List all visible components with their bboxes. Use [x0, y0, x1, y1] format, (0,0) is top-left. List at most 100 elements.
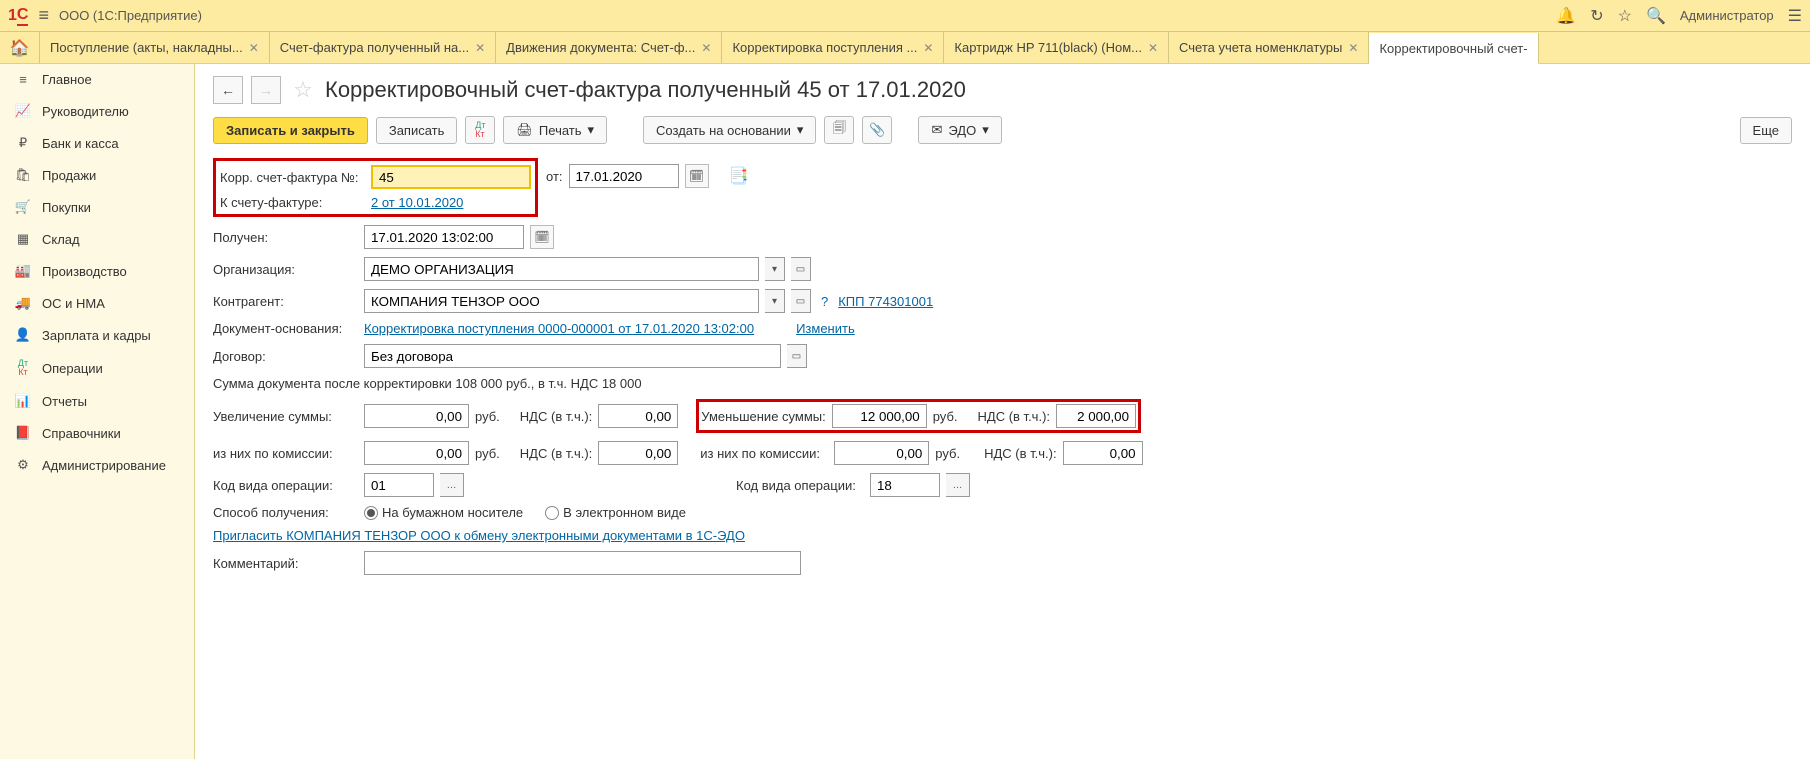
save-close-button[interactable]: Записать и закрыть — [213, 117, 368, 144]
sidebar-item-bank[interactable]: ₽Банк и касса — [0, 127, 194, 159]
radio-icon — [545, 506, 559, 520]
pick-icon[interactable]: … — [440, 473, 464, 497]
kom2-input[interactable] — [834, 441, 929, 465]
dropdown-icon[interactable]: ▾ — [765, 289, 785, 313]
sidebar-item-sales[interactable]: 🛍Продажи — [0, 159, 194, 191]
radio-icon — [364, 506, 378, 520]
sidebar-item-reference[interactable]: 📕Справочники — [0, 417, 194, 449]
nav-back-button[interactable]: ← — [213, 76, 243, 104]
book-icon: 📕 — [14, 425, 32, 441]
more-button[interactable]: Еще — [1740, 117, 1792, 144]
nds-label: НДС (в т.ч.): — [978, 409, 1051, 424]
close-icon[interactable]: ✕ — [475, 41, 485, 55]
received-input[interactable] — [364, 225, 524, 249]
kpp-link[interactable]: КПП 774301001 — [838, 294, 933, 309]
sidebar-item-production[interactable]: 🏭Производство — [0, 255, 194, 287]
sidebar-item-assets[interactable]: 🚚ОС и НМА — [0, 287, 194, 319]
dtkt-button[interactable]: ДтКт — [465, 116, 495, 144]
kom2-nds-input[interactable] — [1063, 441, 1143, 465]
date-input[interactable] — [569, 164, 679, 188]
tab-home[interactable]: 🏠 — [0, 32, 40, 63]
sidebar-item-operations[interactable]: ДтКтОперации — [0, 351, 194, 385]
factory-icon: 🏭 — [14, 263, 32, 279]
kom1-nds-input[interactable] — [598, 441, 678, 465]
kontragent-input[interactable] — [364, 289, 759, 313]
sidebar: ≡Главное 📈Руководителю ₽Банк и касса 🛍Пр… — [0, 64, 195, 759]
edo-button[interactable]: ✉ЭДО▾ — [918, 116, 1001, 144]
chevron-down-icon: ▾ — [588, 122, 595, 138]
star-icon[interactable]: ☆ — [1618, 6, 1632, 26]
nav-forward-button[interactable]: → — [251, 76, 281, 104]
change-link[interactable]: Изменить — [796, 321, 855, 336]
sidebar-item-main[interactable]: ≡Главное — [0, 64, 194, 95]
radio-electronic[interactable]: В электронном виде — [545, 505, 686, 520]
open-icon[interactable]: ▭ — [787, 344, 807, 368]
history-icon[interactable]: ↻ — [1590, 6, 1603, 26]
label-kod1: Код вида операции: — [213, 478, 358, 493]
sidebar-item-manager[interactable]: 📈Руководителю — [0, 95, 194, 127]
close-icon[interactable]: ✕ — [1348, 41, 1358, 55]
help-icon[interactable]: ? — [817, 294, 832, 309]
bell-icon[interactable]: 🔔 — [1556, 6, 1576, 26]
titlebar: 1С ≡ ООО (1С:Предприятие) 🔔 ↻ ☆ 🔍 Админи… — [0, 0, 1810, 32]
pick-icon[interactable]: … — [946, 473, 970, 497]
invite-link[interactable]: Пригласить КОМПАНИЯ ТЕНЗОР ООО к обмену … — [213, 528, 745, 543]
kod1-input[interactable] — [364, 473, 434, 497]
tab-0[interactable]: Поступление (акты, накладны...✕ — [40, 32, 270, 63]
korr-number-input[interactable] — [371, 165, 531, 189]
dropdown-icon[interactable]: ▾ — [765, 257, 785, 281]
tab-2[interactable]: Движения документа: Счет-ф...✕ — [496, 32, 722, 63]
sidebar-item-purchases[interactable]: 🛒Покупки — [0, 191, 194, 223]
tab-3[interactable]: Корректировка поступления ...✕ — [722, 32, 944, 63]
dok-osn-link[interactable]: Корректировка поступления 0000-000001 от… — [364, 321, 754, 336]
sidebar-item-warehouse[interactable]: ▦Склад — [0, 223, 194, 255]
uvel-nds-input[interactable] — [598, 404, 678, 428]
structure-button[interactable]: 🗐 — [824, 116, 854, 144]
printer-icon: 🖨 — [516, 122, 533, 138]
menu-icon[interactable]: ≡ — [38, 5, 49, 26]
tab-4[interactable]: Картридж HP 711(black) (Ном...✕ — [944, 32, 1169, 63]
tab-5[interactable]: Счета учета номенклатуры✕ — [1169, 32, 1369, 63]
close-icon[interactable]: ✕ — [249, 41, 259, 55]
sidebar-item-salary[interactable]: 👤Зарплата и кадры — [0, 319, 194, 351]
print-button[interactable]: 🖨Печать▾ — [503, 116, 607, 144]
create-on-basis-button[interactable]: Создать на основании▾ — [643, 116, 816, 144]
nds-label: НДС (в т.ч.): — [520, 409, 593, 424]
kom1-input[interactable] — [364, 441, 469, 465]
search-icon[interactable]: 🔍 — [1646, 6, 1666, 26]
favorite-button[interactable]: ☆ — [289, 76, 317, 104]
dtkt-icon: ДтКт — [14, 359, 32, 377]
org-input[interactable] — [364, 257, 759, 281]
calendar-icon[interactable]: 🗓 — [530, 225, 554, 249]
sidebar-item-admin[interactable]: ⚙Администрирование — [0, 449, 194, 481]
settings-icon[interactable]: ☰ — [1788, 6, 1802, 26]
kod2-input[interactable] — [870, 473, 940, 497]
sidebar-item-reports[interactable]: 📊Отчеты — [0, 385, 194, 417]
dogovor-input[interactable] — [364, 344, 781, 368]
umen-nds-input[interactable] — [1056, 404, 1136, 428]
umen-input[interactable] — [832, 404, 927, 428]
close-icon[interactable]: ✕ — [923, 41, 933, 55]
post-icon[interactable]: 📑 — [727, 164, 751, 188]
user-label[interactable]: Администратор — [1680, 8, 1774, 23]
tab-6-active[interactable]: Корректировочный счет- — [1369, 33, 1538, 64]
uvel-input[interactable] — [364, 404, 469, 428]
label-ot: от: — [546, 169, 563, 184]
label-k-sf: К счету-фактуре: — [220, 195, 365, 210]
tab-1[interactable]: Счет-фактура полученный на...✕ — [270, 32, 496, 63]
ruble-icon: ₽ — [14, 135, 32, 151]
close-icon[interactable]: ✕ — [701, 41, 711, 55]
calendar-icon[interactable]: 🗓 — [685, 164, 709, 188]
close-icon[interactable]: ✕ — [1148, 41, 1158, 55]
save-button[interactable]: Записать — [376, 117, 458, 144]
open-icon[interactable]: ▭ — [791, 289, 811, 313]
bars-icon: 📊 — [14, 393, 32, 409]
label-kom2: из них по комиссии: — [700, 446, 828, 461]
k-sf-link[interactable]: 2 от 10.01.2020 — [371, 195, 463, 210]
cart-icon: 🛒 — [14, 199, 32, 215]
nds-label: НДС (в т.ч.): — [520, 446, 593, 461]
comment-input[interactable] — [364, 551, 801, 575]
open-icon[interactable]: ▭ — [791, 257, 811, 281]
radio-paper[interactable]: На бумажном носителе — [364, 505, 523, 520]
attach-button[interactable]: 📎 — [862, 116, 892, 144]
